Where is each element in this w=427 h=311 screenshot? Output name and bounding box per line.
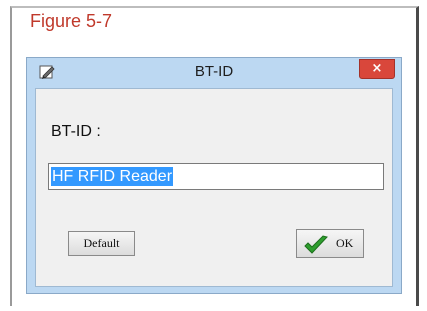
ok-button[interactable]: OK: [296, 229, 364, 258]
bt-id-input-value: HF RFID Reader: [51, 167, 174, 186]
dialog-body: BT-ID : HF RFID Reader Default OK: [35, 88, 393, 287]
green-check-icon: [303, 234, 329, 256]
ok-label: OK: [336, 236, 354, 250]
close-button[interactable]: ×: [359, 59, 395, 79]
window-title: BT-ID: [194, 63, 234, 80]
bt-id-dialog: BT-ID × BT-ID : HF RFID Reader Default O…: [26, 57, 402, 294]
figure-caption: Figure 5-7: [30, 11, 113, 31]
default-button[interactable]: Default: [68, 231, 135, 256]
page: Figure 5-7 BT-ID × BT-ID : HF RFID Reade…: [0, 0, 427, 311]
bt-id-input[interactable]: HF RFID Reader: [48, 163, 384, 190]
title-bar[interactable]: BT-ID ×: [27, 58, 401, 88]
bt-id-label: BT-ID :: [51, 123, 101, 140]
close-icon: ×: [371, 61, 383, 76]
